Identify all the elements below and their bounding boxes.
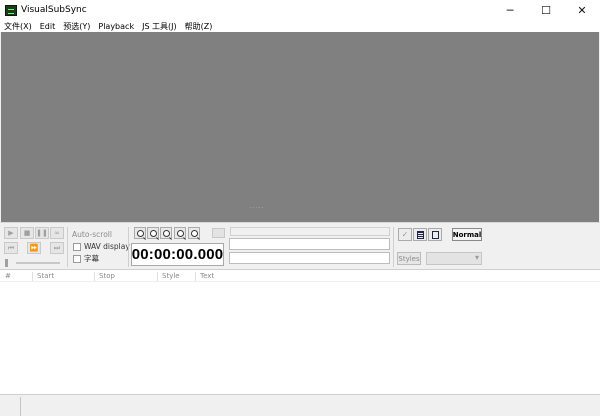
volume-slider[interactable] <box>16 262 60 264</box>
window-controls: ─ ☐ ✕ <box>492 0 600 20</box>
autoscroll-label: Auto-scroll <box>72 230 112 239</box>
column-header-number[interactable]: # <box>5 272 11 280</box>
divider <box>128 227 129 267</box>
app-window: VisualSubSync ─ ☐ ✕ 文件(X) Edit 预选(Y) Pla… <box>0 0 600 416</box>
check-button[interactable]: ✓ <box>398 228 412 241</box>
waveform-display[interactable] <box>1 32 599 222</box>
control-panel: ▶ ■ ❚❚ ∞ ⏮ ⏩ ⏭ Auto-scroll WAV display 字… <box>0 222 600 269</box>
column-divider[interactable] <box>94 272 95 281</box>
zoom-selection-icon <box>162 229 170 237</box>
volume-slider-thumb[interactable] <box>5 259 8 267</box>
previous-button[interactable]: ⏮ <box>4 242 18 254</box>
loop-button[interactable]: ∞ <box>50 227 64 239</box>
close-button[interactable]: ✕ <box>564 0 600 20</box>
loop-icon: ∞ <box>54 229 60 237</box>
column-divider[interactable] <box>32 272 33 281</box>
column-header-start[interactable]: Start <box>37 272 54 280</box>
next-icon: ⏭ <box>53 243 61 252</box>
column-divider[interactable] <box>195 272 196 281</box>
previous-icon: ⏮ <box>7 243 15 252</box>
subtitle-label: 字幕 <box>84 254 99 263</box>
zoom-out-icon <box>149 229 157 237</box>
title-bar: VisualSubSync ─ ☐ ✕ <box>0 0 600 20</box>
subtitle-checkbox[interactable] <box>73 254 81 263</box>
subtitle-option[interactable]: 字幕 <box>73 253 99 264</box>
zoom-vertical-icon <box>176 229 184 237</box>
maximize-button[interactable]: ☐ <box>528 0 564 20</box>
subtitle-text-field-2[interactable] <box>229 252 390 264</box>
wav-display-checkbox[interactable] <box>73 242 81 251</box>
play-button[interactable]: ▶ <box>4 227 18 239</box>
format-icon <box>431 230 439 239</box>
wav-display-label: WAV display <box>84 242 130 251</box>
normal-mode-button[interactable]: Normal <box>452 228 482 241</box>
stop-button[interactable]: ■ <box>20 227 34 239</box>
zoom-vertical-button[interactable] <box>174 227 186 239</box>
pause-icon: ❚❚ <box>36 229 48 237</box>
minimize-button[interactable]: ─ <box>492 0 528 20</box>
play-icon: ▶ <box>8 229 14 237</box>
menu-help[interactable]: 帮助(Z) <box>181 21 217 32</box>
fast-forward-button[interactable]: ⏩ <box>27 242 41 254</box>
zoom-all-icon <box>190 229 198 237</box>
column-header-style[interactable]: Style <box>162 272 180 280</box>
zoom-selection-button[interactable] <box>160 227 172 239</box>
menu-js-tools[interactable]: JS 工具(J) <box>138 21 181 32</box>
splitter-handle[interactable]: ····· <box>250 205 265 212</box>
column-header-stop[interactable]: Stop <box>99 272 115 280</box>
window-title: VisualSubSync <box>21 5 87 15</box>
next-button[interactable]: ⏭ <box>50 242 64 254</box>
collapse-button[interactable] <box>212 228 225 238</box>
time-display: 00:00:00.000 <box>131 243 224 266</box>
subtitle-list[interactable]: # Start Stop Style Text <box>0 269 600 394</box>
zoom-out-button[interactable] <box>147 227 159 239</box>
column-header-text[interactable]: Text <box>200 272 214 280</box>
text-mode-button[interactable] <box>413 228 427 241</box>
menu-playback[interactable]: Playback <box>94 22 138 31</box>
menu-edit[interactable]: Edit <box>36 22 60 31</box>
divider <box>393 227 394 267</box>
column-divider[interactable] <box>157 272 158 281</box>
zoom-in-button[interactable] <box>134 227 146 239</box>
fast-forward-icon: ⏩ <box>29 244 39 252</box>
text-mode-icon <box>416 230 424 239</box>
app-logo-icon <box>5 4 17 16</box>
divider <box>67 227 68 267</box>
status-divider <box>20 397 21 416</box>
styles-dropdown[interactable] <box>426 252 482 265</box>
list-header: # Start Stop Style Text <box>0 270 600 282</box>
subtitle-text-field-1[interactable] <box>229 238 390 250</box>
format-button[interactable] <box>428 228 442 241</box>
status-bar <box>0 394 600 416</box>
zoom-in-icon <box>136 229 144 237</box>
menu-file[interactable]: 文件(X) <box>0 21 36 32</box>
stop-icon: ■ <box>23 229 31 237</box>
wav-display-option[interactable]: WAV display <box>73 242 130 251</box>
check-icon: ✓ <box>401 230 409 239</box>
info-bar <box>230 227 390 236</box>
pause-button[interactable]: ❚❚ <box>35 227 49 239</box>
menu-bar: 文件(X) Edit 预选(Y) Playback JS 工具(J) 帮助(Z) <box>0 20 600 32</box>
zoom-all-button[interactable] <box>188 227 200 239</box>
styles-button[interactable]: Styles <box>397 252 421 265</box>
menu-preview[interactable]: 预选(Y) <box>59 21 94 32</box>
